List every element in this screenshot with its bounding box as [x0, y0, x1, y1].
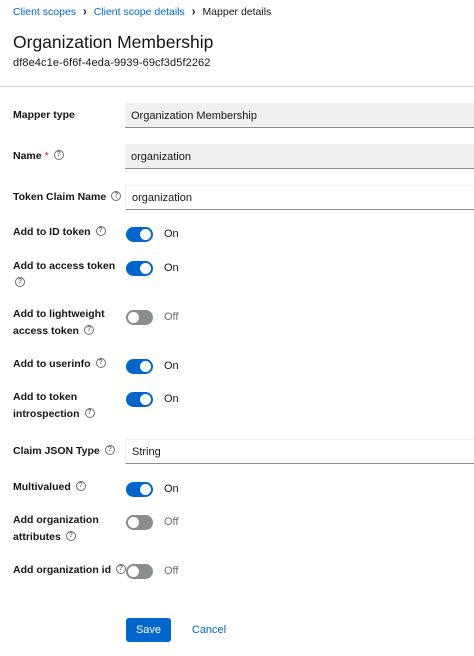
token-claim-name-input[interactable]: organization: [125, 185, 474, 210]
chevron-right-icon: ›: [191, 5, 196, 19]
add-to-id-token-label: Add to ID token?: [13, 224, 106, 241]
help-icon[interactable]: ?: [15, 277, 25, 288]
multivalued-toggle[interactable]: [126, 482, 153, 497]
breadcrumb: Client scopes › Client scope details › M…: [13, 5, 271, 19]
add-to-access-token-toggle[interactable]: [126, 261, 153, 276]
add-to-access-token-state: On: [164, 262, 179, 274]
toggle-knob: [140, 263, 151, 274]
mapper-type-field: Organization Membership: [125, 103, 474, 128]
add-to-access-token-label: Add to access token?: [13, 260, 116, 288]
help-icon[interactable]: ?: [83, 325, 94, 336]
chevron-right-icon: ›: [83, 5, 87, 19]
help-icon[interactable]: ?: [65, 531, 76, 542]
help-icon[interactable]: ?: [116, 564, 126, 575]
token-claim-name-label: Token Claim Name?: [13, 189, 122, 206]
multivalued-label: Multivalued?: [13, 479, 86, 496]
add-org-id-state: Off: [164, 565, 179, 577]
add-to-lightweight-toggle[interactable]: [126, 310, 153, 325]
help-icon[interactable]: ?: [104, 445, 115, 456]
help-icon[interactable]: ?: [84, 408, 95, 419]
toggle-knob: [140, 229, 151, 240]
toggle-knob: [140, 484, 151, 495]
add-to-lightweight-label: Add to lightweight access token?: [13, 308, 105, 337]
save-button[interactable]: Save: [126, 618, 171, 642]
add-to-introspection-toggle[interactable]: [126, 392, 153, 407]
toggle-knob: [140, 361, 151, 372]
multivalued-state: On: [164, 483, 179, 495]
add-org-attributes-toggle[interactable]: [126, 515, 153, 530]
breadcrumb-client-scopes[interactable]: Client scopes: [13, 6, 76, 18]
breadcrumb-client-scope-details[interactable]: Client scope details: [94, 6, 185, 18]
help-icon[interactable]: ?: [111, 191, 122, 202]
add-to-id-token-state: On: [164, 228, 179, 240]
name-label: Name *?: [13, 148, 64, 165]
add-to-introspection-label: Add to token introspection?: [13, 389, 95, 423]
add-to-userinfo-state: On: [164, 360, 179, 372]
help-icon[interactable]: ?: [95, 226, 106, 237]
name-field: organization: [125, 144, 474, 169]
add-to-userinfo-toggle[interactable]: [126, 359, 153, 374]
breadcrumb-current: Mapper details: [202, 6, 272, 18]
mapper-type-label: Mapper type: [13, 109, 75, 121]
add-to-userinfo-label: Add to userinfo?: [13, 356, 106, 373]
toggle-knob: [128, 312, 139, 323]
toggle-knob: [128, 517, 139, 528]
add-org-attributes-state: Off: [164, 516, 179, 528]
help-icon[interactable]: ?: [53, 150, 64, 161]
toggle-knob: [128, 566, 139, 577]
add-to-id-token-toggle[interactable]: [126, 227, 153, 242]
add-org-attributes-label: Add organization attributes?: [13, 514, 99, 543]
help-icon[interactable]: ?: [75, 481, 86, 492]
cancel-button[interactable]: Cancel: [183, 618, 235, 642]
claim-json-type-label: Claim JSON Type?: [13, 443, 115, 460]
toggle-knob: [140, 394, 151, 405]
required-marker: *: [44, 150, 49, 162]
add-org-id-toggle[interactable]: [126, 564, 153, 579]
mapper-id: df8e4c1e-6f6f-4eda-9939-69cf3d5f2262: [13, 57, 211, 69]
add-to-lightweight-state: Off: [164, 311, 179, 323]
add-to-introspection-state: On: [164, 393, 179, 405]
add-org-id-label: Add organization id?: [13, 562, 126, 579]
help-icon[interactable]: ?: [95, 358, 106, 369]
page-title: Organization Membership: [13, 32, 214, 52]
claim-json-type-select[interactable]: String: [125, 439, 474, 464]
